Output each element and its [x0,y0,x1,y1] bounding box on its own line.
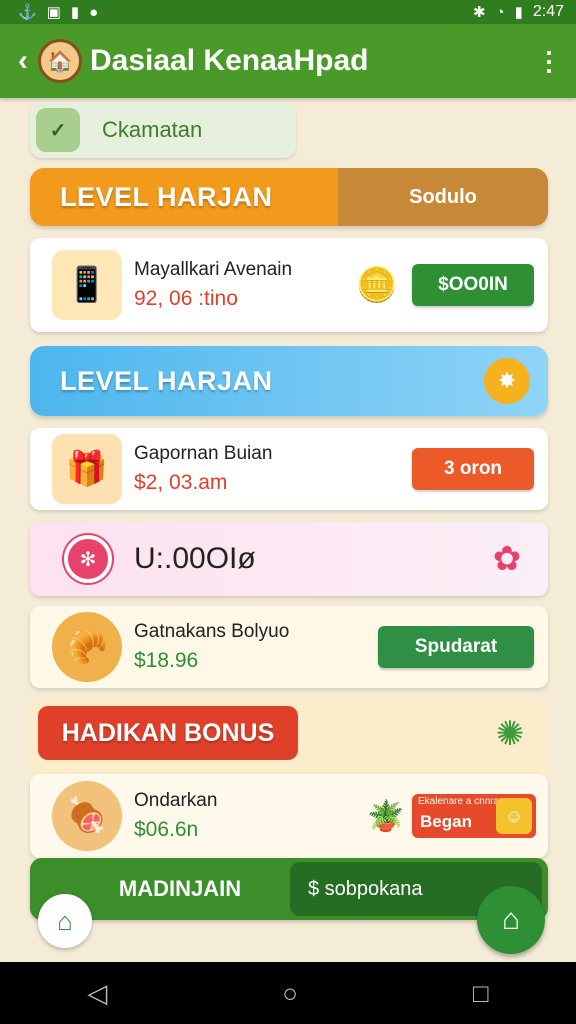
level-banner-1[interactable]: LEVEL HARJAN Sodulo [30,168,548,226]
item-name: Ondarkan [134,790,218,811]
level-banner-1-side[interactable]: Sodulo [338,168,548,226]
list-item[interactable]: 🥐 Gatnakans Bolyuo $18.96 Spudarat [30,606,548,688]
food-icon: 🍖 [52,781,122,851]
promo-label: Began [420,812,472,831]
level-banner-1-label: LEVEL HARJAN [60,181,273,212]
photo-icon: ▣ [46,3,61,21]
store-icon[interactable]: ⌂ [477,886,545,954]
promo-caption: Ekalenare a cnnra [418,796,500,807]
status-bar: ⚓ ▣ ▮ ● ✱ ◔ ▮ 2:47 [0,0,576,24]
level-banner-2[interactable]: LEVEL HARJAN ✸ [30,346,548,416]
discount-card[interactable]: ✻ U:.00OIø ✿ [30,522,548,596]
status-time: 2:47 [532,3,564,20]
list-item[interactable]: 🍖 Ondarkan $06.6n 🪴 Ekalenare a cnnra Be… [30,774,548,858]
app-bar: ‹ 🏠 Dasiaal KenaaHpad ⋮ [0,24,576,98]
flower-icon: ✿ [492,540,522,578]
filter-chip[interactable]: ✓ Ckamatan [30,102,296,158]
gear-icon[interactable]: ✺ [488,712,532,756]
anchor-icon: ⚓ [18,3,37,21]
item-price: $06.6n [134,818,199,841]
item-name: Gatnakans Bolyuo [134,621,290,642]
star-badge-icon: ✸ [484,358,530,404]
plant-pot-icon: 🪴 [367,799,405,833]
item-price: 92, 06 :tino [134,287,238,310]
game-box-icon: 🎁 [52,434,122,504]
chip-label: Ckamatan [102,117,203,142]
list-item[interactable]: 🎁 Gapornan Buian $2, 03.am 3 oron [30,428,548,510]
bookmark-icon: ▮ [70,3,80,21]
buy-button[interactable]: Spudarat [378,626,534,668]
home-circle-icon[interactable]: ○ [282,978,298,1009]
signal-icon: ▮ [514,3,523,21]
page-title: Dasiaal KenaaHpad [90,44,369,77]
level-banner-2-label: LEVEL HARJAN [60,365,273,396]
item-name: Mayallkari Avenain [134,259,293,280]
item-name: Gapornan Buian [134,443,273,464]
item-price: $2, 03.am [134,471,228,494]
buy-button[interactable]: 3 oron [412,448,534,490]
bonus-banner[interactable]: HADIKAN BONUS [38,706,298,760]
coins-icon: 🪙 [355,266,399,304]
home-icon[interactable]: ⌂ [38,894,92,948]
list-item[interactable]: 📱 Mayallkari Avenain 92, 06 :tino 🪙 $OO0… [30,238,548,332]
back-triangle-icon[interactable]: ◁ [87,978,107,1009]
back-arrow-icon[interactable]: ‹ [18,44,38,78]
treasure-icon: 🥐 [52,612,122,682]
recents-square-icon[interactable]: □ [473,978,489,1009]
system-nav-bar: ◁ ○ □ [0,962,576,1024]
discount-amount: U:.00OIø [134,542,256,575]
avatar[interactable]: 🏠 [38,39,82,83]
item-price: $18.96 [134,649,199,672]
buy-button[interactable]: $OO0IN [412,264,534,306]
tablet-icon: 📱 [52,250,122,320]
promo-button[interactable]: Ekalenare a cnnra Began ☺ [412,794,536,838]
discount-badge-icon: ✻ [64,535,112,583]
wifi-icon: ◔ [495,3,505,21]
smiley-icon: ☺ [496,798,532,834]
overflow-menu-icon[interactable]: ⋮ [536,46,562,77]
bottom-action-bar: MADINJAIN $ sobpokana [30,858,548,920]
check-icon: ✓ [36,108,80,152]
circle-icon: ● [89,3,99,21]
bluetooth-icon: ✱ [472,3,486,21]
main-content: ✓ Ckamatan LEVEL HARJAN Sodulo 📱 Mayallk… [0,98,576,962]
